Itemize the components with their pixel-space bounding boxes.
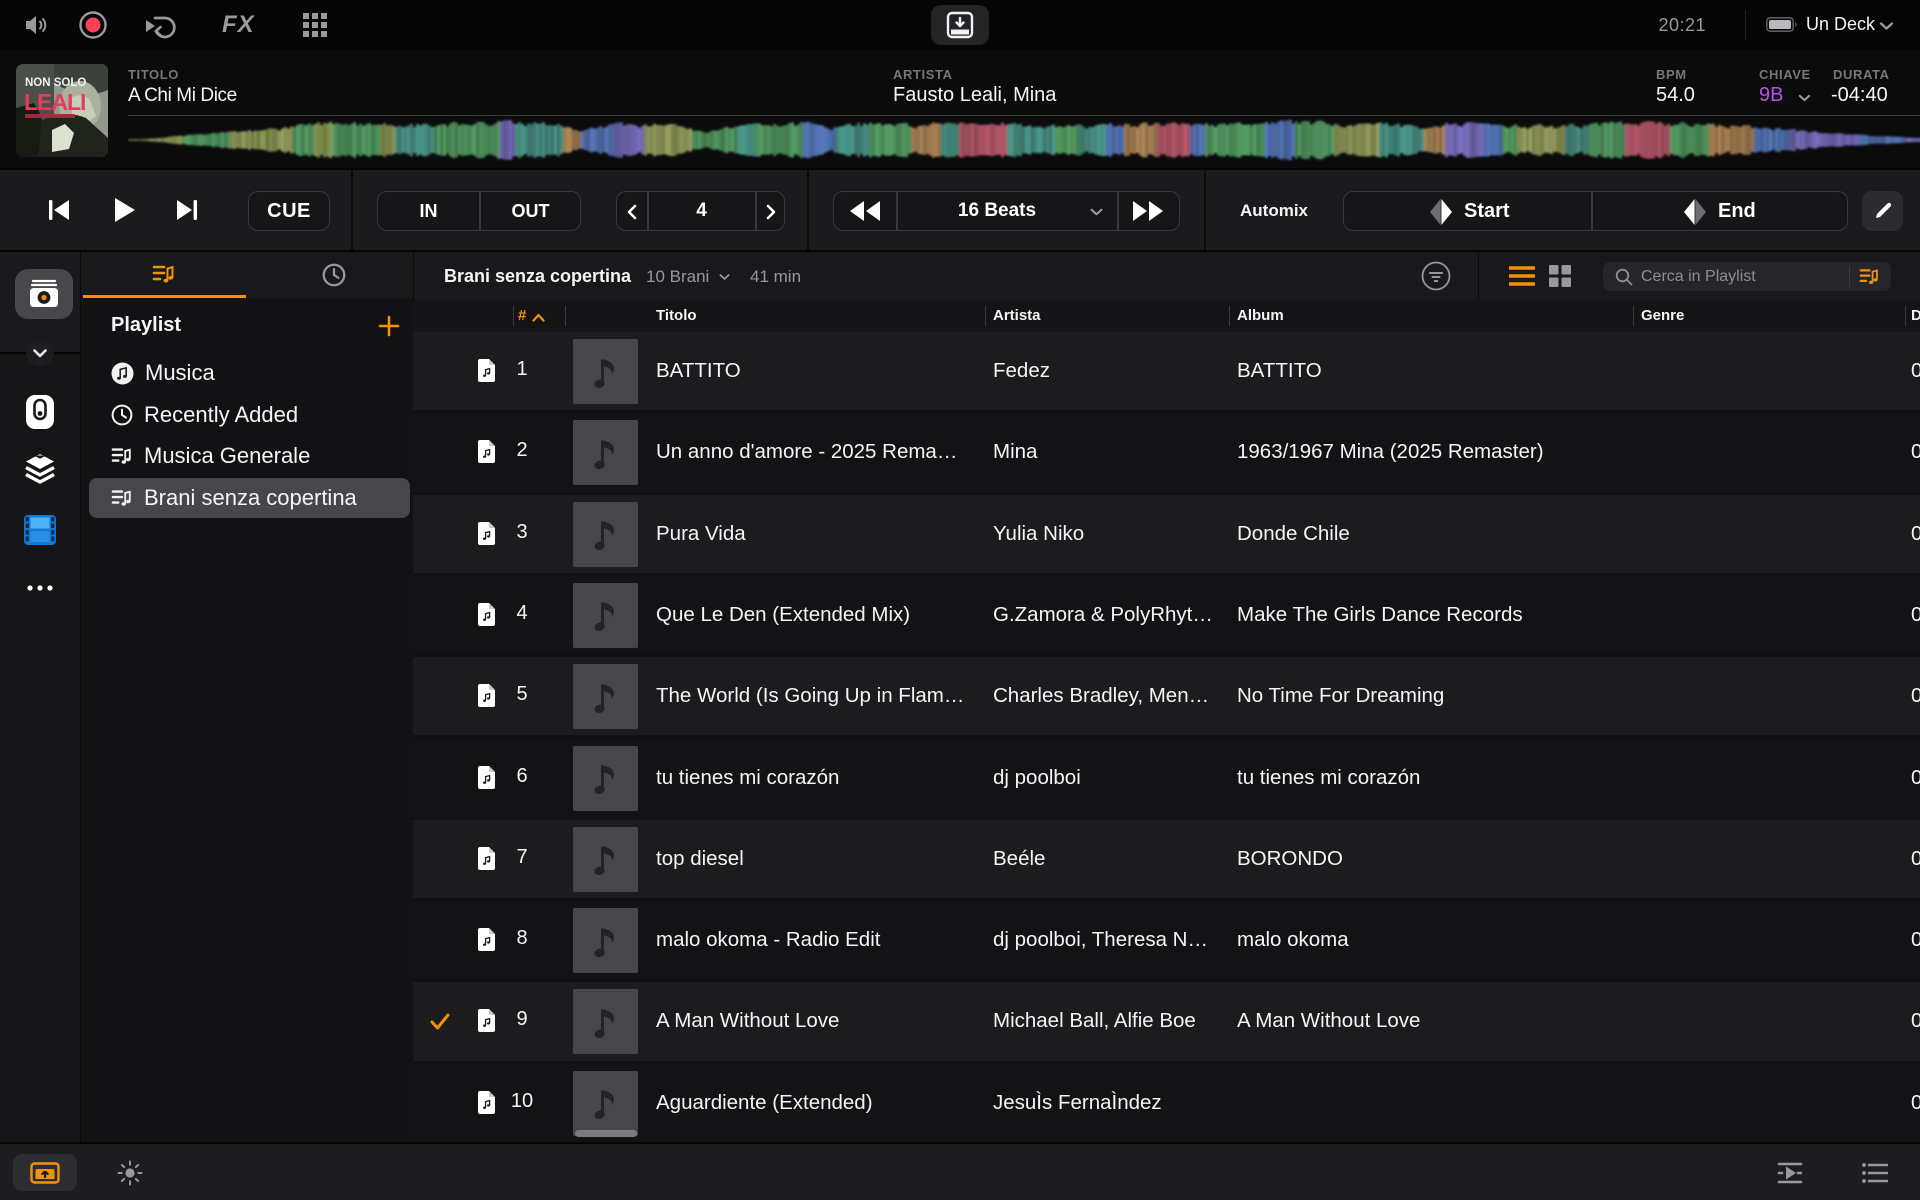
svg-text:NON SOLO: NON SOLO bbox=[25, 77, 86, 89]
svg-text:LEALI: LEALI bbox=[24, 89, 85, 115]
